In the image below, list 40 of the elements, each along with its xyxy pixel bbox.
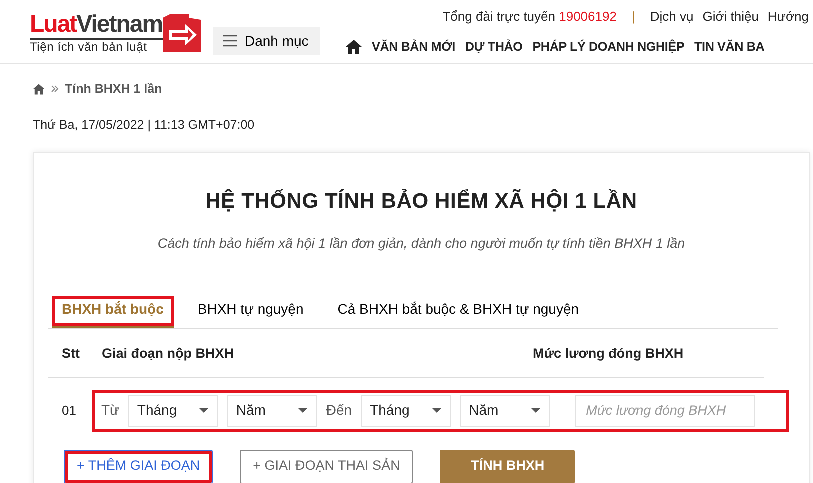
caret-icon: [432, 408, 442, 413]
tab[interactable]: BHXH bắt buộc: [52, 296, 174, 328]
select-dropdown[interactable]: Tháng: [128, 394, 218, 426]
nav-link[interactable]: PHÁP LÝ DOANH NGHIỆP: [532, 38, 685, 57]
column-header: Mức lương đóng BHXH: [533, 345, 684, 364]
home-icon[interactable]: [33, 84, 45, 95]
to-label: Đến: [326, 401, 352, 420]
nav-link[interactable]: VĂN BẢN MỚI: [372, 38, 456, 57]
date-text: Thứ Ba, 17/05/2022 | 11:13 GMT+07:00: [33, 116, 256, 134]
select-dropdown[interactable]: Tháng: [361, 394, 452, 426]
menu-icon: [223, 35, 237, 47]
action-button[interactable]: + THÊM GIAI ĐOẠN: [64, 450, 214, 483]
logo-tagline: Tiện ích văn bản luật: [30, 40, 148, 55]
top-link[interactable]: Dịch vụ: [650, 7, 694, 26]
tab[interactable]: BHXH tự nguyện: [188, 296, 314, 328]
caret-icon: [298, 408, 308, 413]
action-button[interactable]: TÍNH BHXH: [440, 450, 576, 483]
menu-button[interactable]: Danh mục: [213, 27, 320, 55]
calculator-subtitle: Cách tính bảo hiểm xã hội 1 lần đơn giản, dành cho người muốn tự tính tiền BHXH 1 lần: [156, 235, 686, 253]
action-button[interactable]: + GIAI ĐOẠN THAI SẢN: [240, 450, 414, 483]
column-header: Giai đoạn nộp BHXH: [102, 345, 236, 364]
from-label: Từ: [101, 401, 120, 420]
separator: |: [632, 8, 636, 26]
row-number: 01: [62, 402, 76, 420]
caret-icon: [531, 408, 542, 413]
select-dropdown[interactable]: Năm: [460, 394, 550, 426]
salary-input[interactable]: Mức lương đóng BHXH: [575, 394, 756, 426]
top-link[interactable]: Giới thiệu: [702, 7, 759, 26]
nav-link[interactable]: DỰ THẢO: [465, 38, 523, 57]
select-dropdown[interactable]: Năm: [227, 394, 318, 426]
chevron-icon: [51, 85, 59, 94]
tab[interactable]: Cả BHXH bắt buộc & BHXH tự nguyện: [328, 296, 590, 328]
breadcrumb-current: Tính BHXH 1 lần: [65, 81, 162, 98]
column-header: Stt: [62, 345, 81, 364]
nav-link[interactable]: TIN VĂN BA: [694, 38, 765, 57]
calculator-title: HỆ THỐNG TÍNH BẢO HIỂM XÃ HỘI 1 LẦN: [204, 188, 638, 214]
top-link[interactable]: Hướng: [768, 7, 809, 26]
caret-icon: [199, 408, 210, 413]
home-icon[interactable]: [346, 40, 362, 54]
hotline-text: Tổng đài trực tuyến 19006192: [442, 8, 617, 26]
